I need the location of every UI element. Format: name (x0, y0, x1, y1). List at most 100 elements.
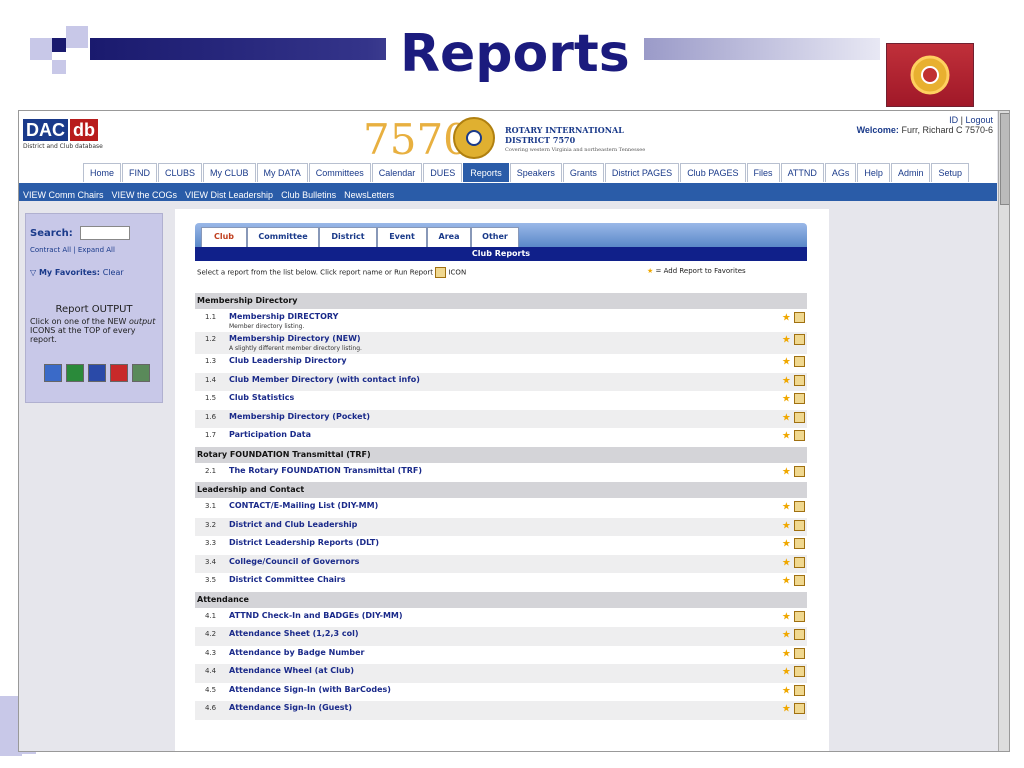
star-icon[interactable]: ★ (782, 335, 791, 346)
report-name-link[interactable]: College/Council of Governors (229, 557, 359, 566)
report-name-link[interactable]: CONTACT/E-Mailing List (DIY-MM) (229, 501, 378, 510)
nav-item-reports[interactable]: Reports (463, 163, 509, 182)
nav-item-my-data[interactable]: My DATA (256, 163, 308, 182)
word-icon[interactable] (88, 364, 106, 382)
nav-item-files[interactable]: Files (746, 163, 780, 182)
nav-item-committees[interactable]: Committees (308, 163, 371, 182)
run-report-icon[interactable] (794, 575, 805, 586)
run-report-icon[interactable] (794, 538, 805, 549)
run-report-icon[interactable] (794, 556, 805, 568)
report-name-link[interactable]: Club Statistics (229, 393, 294, 402)
star-icon[interactable]: ★ (782, 648, 791, 659)
report-name-link[interactable]: Attendance by Badge Number (229, 648, 364, 657)
nav-item-dues[interactable]: DUES (423, 163, 463, 182)
subnav-item-view-the-cogs[interactable]: VIEW the COGs (112, 190, 178, 200)
nav-item-speakers[interactable]: Speakers (509, 163, 562, 182)
run-report-icon[interactable] (794, 666, 805, 677)
subnav-item-club-bulletins[interactable]: Club Bulletins (281, 190, 336, 200)
tab-club[interactable]: Club (201, 227, 247, 248)
tab-committee[interactable]: Committee (247, 227, 319, 248)
run-report-icon[interactable] (794, 629, 805, 640)
nav-item-help[interactable]: Help (857, 163, 890, 182)
section-header[interactable]: Leadership and Contact (195, 482, 807, 498)
nav-item-grants[interactable]: Grants (562, 163, 604, 182)
star-icon[interactable]: ★ (782, 412, 791, 423)
search-input[interactable] (80, 226, 130, 240)
nav-item-admin[interactable]: Admin (890, 163, 931, 182)
report-name-link[interactable]: Club Leadership Directory (229, 356, 347, 365)
subnav-item-view-dist-leadership[interactable]: VIEW Dist Leadership (185, 190, 273, 200)
excel-icon[interactable] (66, 364, 84, 382)
report-name-link[interactable]: ATTND Check-In and BADGEs (DIY-MM) (229, 611, 403, 620)
subnav-item-newsletters[interactable]: NewsLetters (344, 190, 394, 200)
report-name-link[interactable]: Attendance Wheel (at Club) (229, 666, 354, 675)
star-icon[interactable]: ★ (782, 520, 791, 531)
report-name-link[interactable]: District Leadership Reports (DLT) (229, 538, 379, 547)
run-report-icon[interactable] (794, 703, 805, 714)
report-name-link[interactable]: Club Member Directory (with contact info… (229, 375, 420, 384)
favorites-clear-link[interactable]: Clear (103, 268, 124, 277)
run-report-icon[interactable] (794, 647, 805, 659)
logout-link[interactable]: Logout (965, 115, 993, 125)
scrollbar[interactable] (998, 111, 1009, 751)
triangle-down-icon[interactable]: ▽ (30, 268, 36, 277)
csv-icon[interactable] (132, 364, 150, 382)
run-report-icon[interactable] (794, 610, 805, 622)
section-header[interactable]: Attendance (195, 591, 807, 608)
pdf-icon[interactable] (110, 364, 128, 382)
section-header[interactable]: Membership Directory (195, 293, 807, 309)
subnav-item-view-comm-chairs[interactable]: VIEW Comm Chairs (23, 190, 104, 200)
run-report-icon[interactable] (794, 312, 805, 323)
scrollbar-thumb[interactable] (1000, 113, 1009, 205)
nav-item-find[interactable]: FIND (122, 163, 158, 182)
star-icon[interactable]: ★ (782, 502, 791, 513)
report-name-link[interactable]: The Rotary FOUNDATION Transmittal (TRF) (229, 466, 422, 475)
nav-item-club-pages[interactable]: Club PAGES (680, 163, 746, 182)
report-name-link[interactable]: Membership DIRECTORY (229, 312, 338, 321)
run-report-icon[interactable] (794, 519, 805, 531)
run-report-icon[interactable] (794, 684, 805, 696)
report-name-link[interactable]: District Committee Chairs (229, 575, 346, 584)
star-icon[interactable]: ★ (782, 557, 791, 568)
star-icon[interactable]: ★ (782, 313, 791, 324)
tab-area[interactable]: Area (427, 227, 471, 248)
star-icon[interactable]: ★ (782, 611, 791, 622)
star-icon[interactable]: ★ (782, 704, 791, 715)
view-icon[interactable] (44, 364, 62, 382)
run-report-icon[interactable] (794, 374, 805, 386)
report-name-link[interactable]: Participation Data (229, 430, 311, 439)
nav-item-setup[interactable]: Setup (931, 163, 969, 182)
run-report-icon[interactable] (794, 334, 805, 345)
report-name-link[interactable]: Membership Directory (NEW) (229, 334, 361, 343)
nav-item-attnd[interactable]: ATTND (780, 163, 824, 182)
nav-item-district-pages[interactable]: District PAGES (604, 163, 680, 182)
report-name-link[interactable]: Attendance Sign-In (with BarCodes) (229, 685, 391, 694)
run-report-icon[interactable] (794, 465, 805, 477)
star-icon[interactable]: ★ (782, 576, 791, 587)
star-icon[interactable]: ★ (782, 357, 791, 368)
dacdb-logo[interactable]: DAC db District and Club database (23, 119, 103, 150)
report-name-link[interactable]: District and Club Leadership (229, 520, 357, 529)
tab-event[interactable]: Event (377, 227, 427, 248)
star-icon[interactable]: ★ (782, 667, 791, 678)
report-name-link[interactable]: Attendance Sign-In (Guest) (229, 703, 352, 712)
tab-other[interactable]: Other (471, 227, 519, 248)
star-icon[interactable]: ★ (782, 685, 791, 696)
star-icon[interactable]: ★ (782, 630, 791, 641)
nav-item-home[interactable]: Home (83, 163, 122, 182)
id-link[interactable]: ID (949, 115, 958, 125)
star-icon[interactable]: ★ (782, 431, 791, 442)
report-name-link[interactable]: Membership Directory (Pocket) (229, 412, 370, 421)
expand-all-link[interactable]: Expand All (78, 246, 115, 254)
star-icon[interactable]: ★ (782, 539, 791, 550)
favorites-label[interactable]: My Favorites: (39, 268, 100, 277)
nav-item-ags[interactable]: AGs (824, 163, 857, 182)
contract-all-link[interactable]: Contract All (30, 246, 71, 254)
tab-district[interactable]: District (319, 227, 377, 248)
star-icon[interactable]: ★ (782, 375, 791, 386)
nav-item-my-club[interactable]: My CLUB (203, 163, 256, 182)
section-header[interactable]: Rotary FOUNDATION Transmittal (TRF) (195, 446, 807, 463)
run-report-icon[interactable] (794, 501, 805, 512)
report-name-link[interactable]: Attendance Sheet (1,2,3 col) (229, 629, 359, 638)
star-icon[interactable]: ★ (782, 394, 791, 405)
